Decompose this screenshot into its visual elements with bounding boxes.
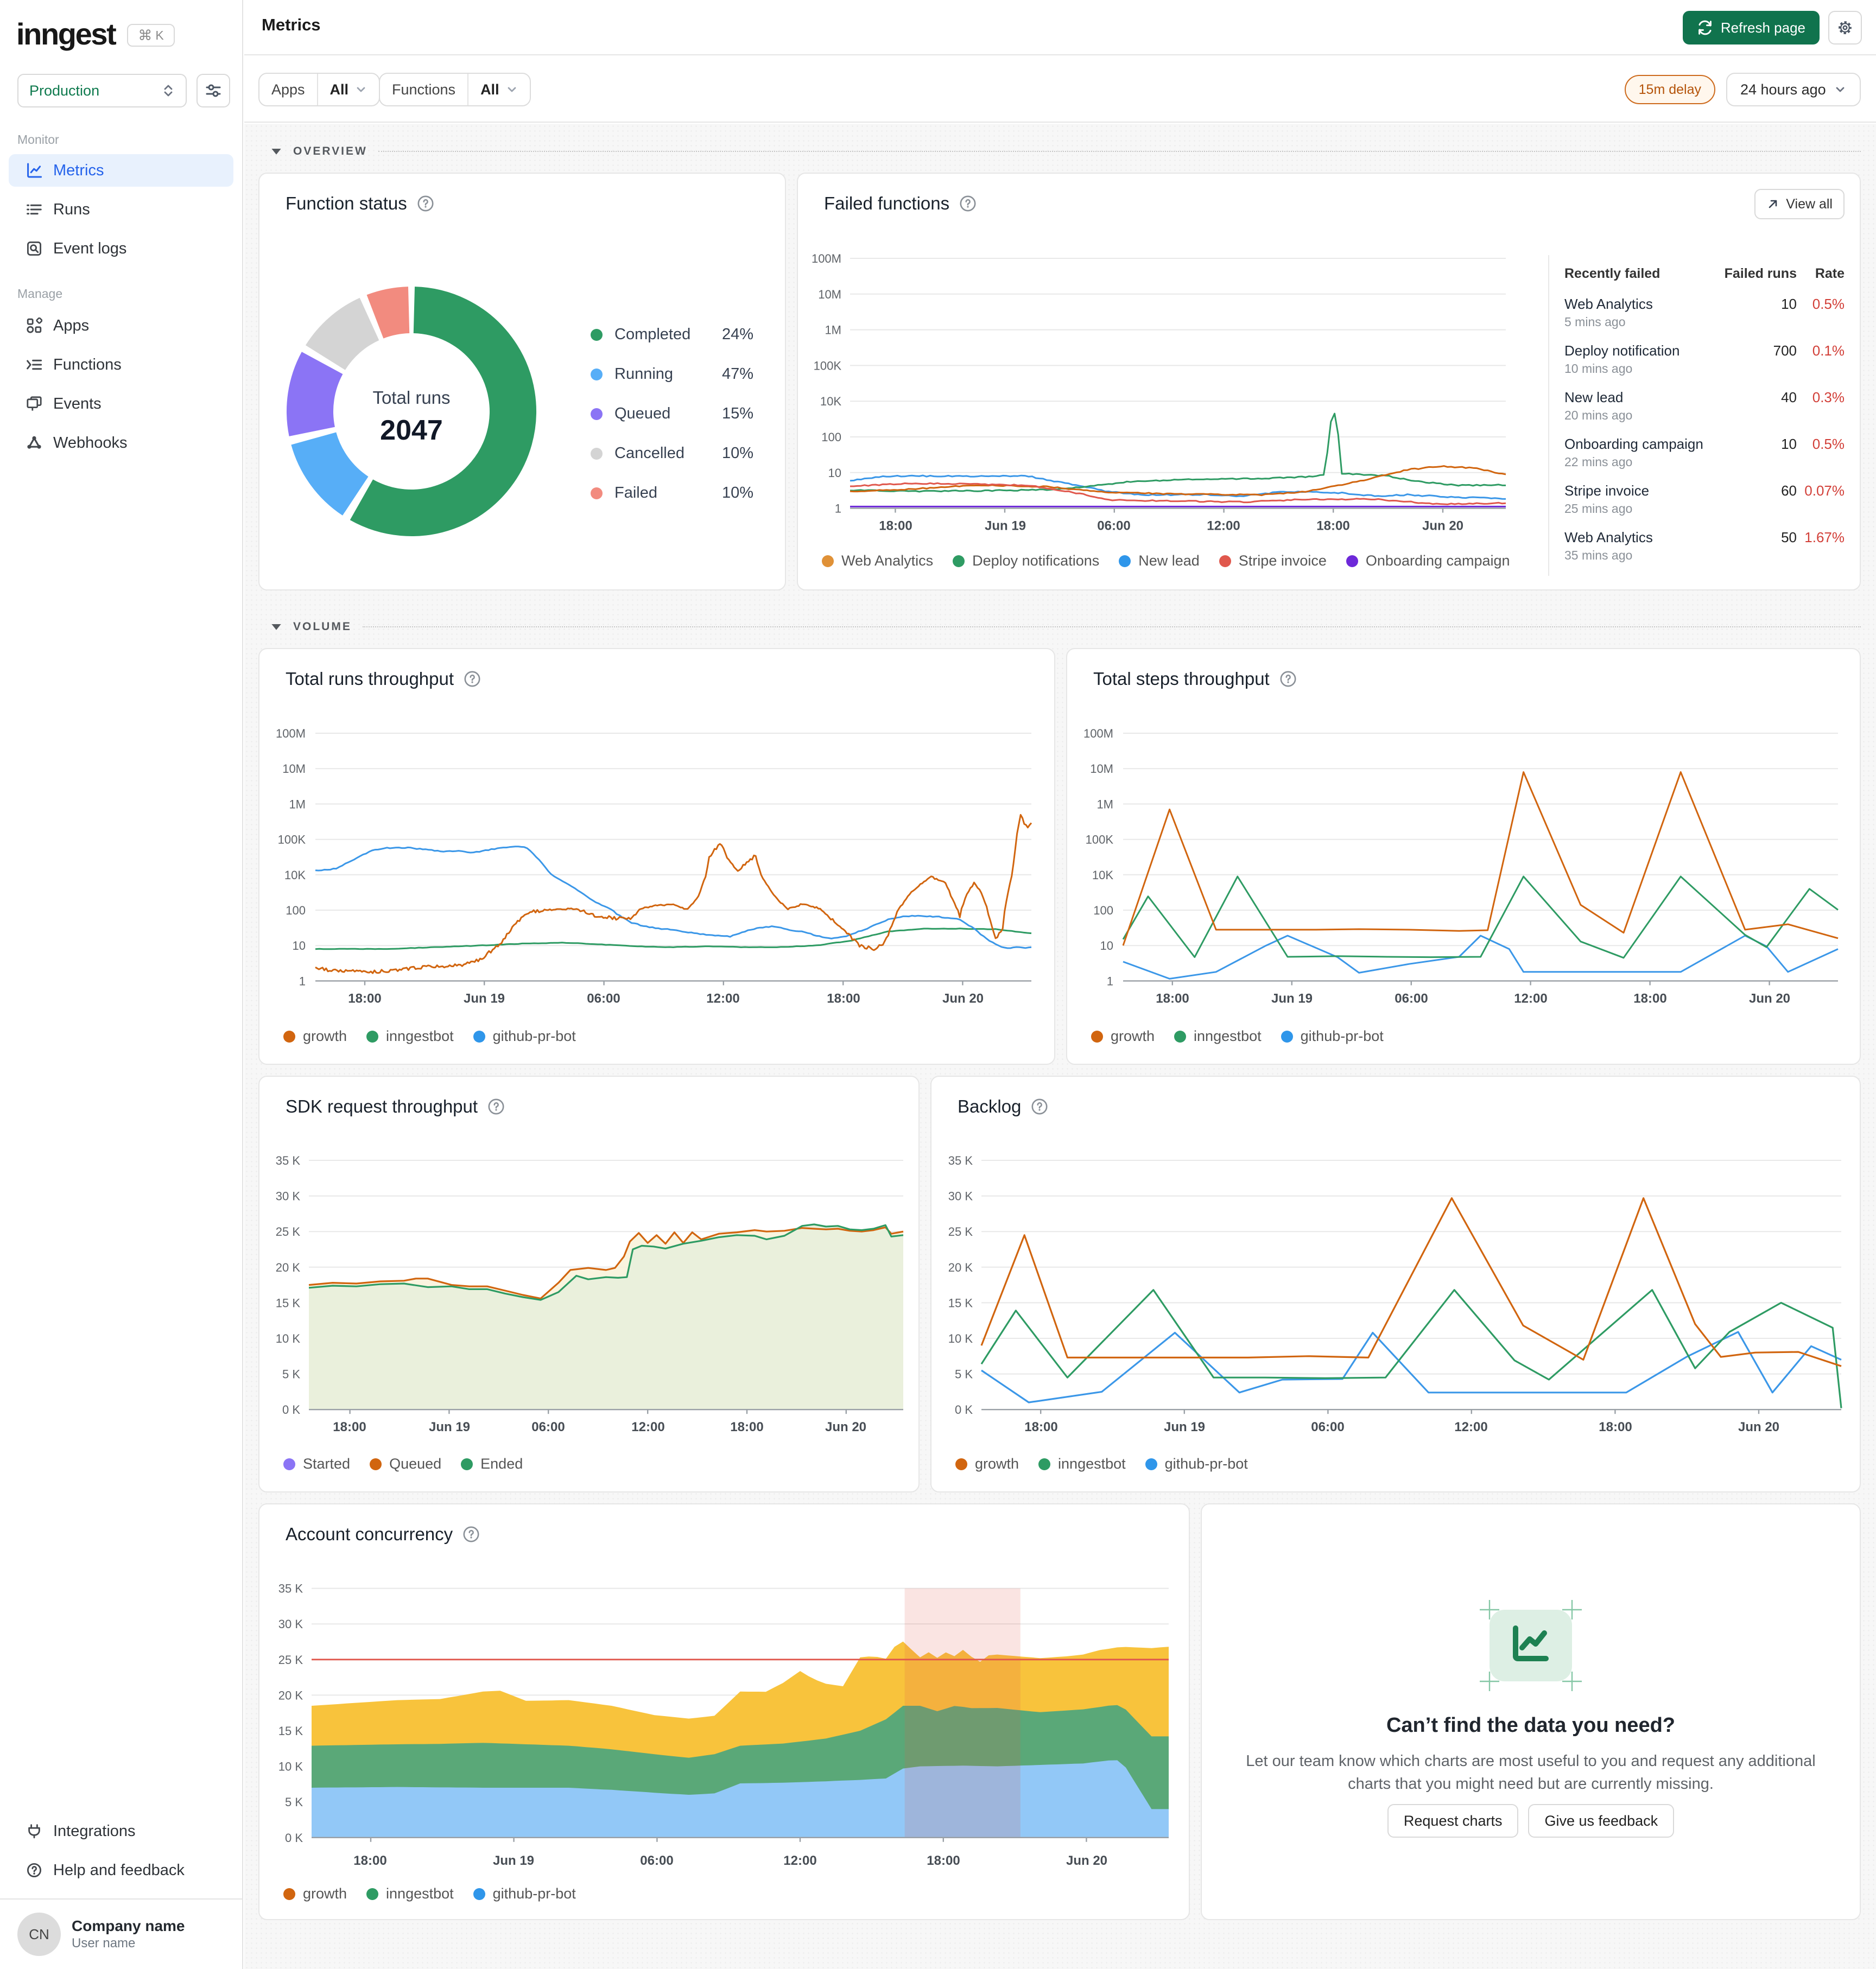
svg-text:10 K: 10 K xyxy=(948,1332,973,1345)
svg-text:Jun 20: Jun 20 xyxy=(942,991,984,1006)
svg-text:Jun 20: Jun 20 xyxy=(1749,991,1790,1006)
svg-text:5 K: 5 K xyxy=(282,1368,300,1381)
svg-text:12:00: 12:00 xyxy=(1454,1420,1487,1434)
svg-text:100K: 100K xyxy=(1086,833,1114,847)
svg-text:35 K: 35 K xyxy=(948,1154,973,1167)
svg-text:18:00: 18:00 xyxy=(827,991,860,1006)
svg-text:Jun 20: Jun 20 xyxy=(825,1420,866,1434)
svg-text:15 K: 15 K xyxy=(276,1296,301,1310)
svg-text:Jun 20: Jun 20 xyxy=(1422,519,1463,533)
svg-text:10 K: 10 K xyxy=(278,1760,303,1774)
svg-text:Jun 19: Jun 19 xyxy=(464,991,505,1006)
svg-text:35 K: 35 K xyxy=(278,1582,303,1596)
svg-text:10: 10 xyxy=(828,466,841,480)
svg-text:100: 100 xyxy=(1093,904,1113,917)
svg-text:20 K: 20 K xyxy=(276,1261,301,1274)
svg-text:10K: 10K xyxy=(1092,868,1113,882)
svg-text:18:00: 18:00 xyxy=(1599,1420,1632,1434)
svg-text:25 K: 25 K xyxy=(948,1225,973,1238)
svg-text:18:00: 18:00 xyxy=(927,1853,960,1868)
svg-text:Jun 20: Jun 20 xyxy=(1066,1853,1107,1868)
svg-text:10M: 10M xyxy=(1090,762,1113,776)
svg-text:5 K: 5 K xyxy=(285,1795,303,1809)
svg-text:Jun 20: Jun 20 xyxy=(1738,1420,1779,1434)
svg-text:12:00: 12:00 xyxy=(1207,519,1240,533)
svg-text:30 K: 30 K xyxy=(278,1617,303,1631)
svg-text:Jun 19: Jun 19 xyxy=(493,1853,534,1868)
svg-text:18:00: 18:00 xyxy=(1316,519,1349,533)
svg-text:18:00: 18:00 xyxy=(879,519,912,533)
svg-text:35 K: 35 K xyxy=(276,1154,301,1167)
svg-text:5 K: 5 K xyxy=(955,1368,973,1381)
svg-text:12:00: 12:00 xyxy=(631,1420,664,1434)
svg-text:18:00: 18:00 xyxy=(1633,991,1666,1006)
svg-text:20 K: 20 K xyxy=(948,1261,973,1274)
svg-text:06:00: 06:00 xyxy=(1097,519,1130,533)
svg-text:12:00: 12:00 xyxy=(706,991,739,1006)
svg-text:12:00: 12:00 xyxy=(783,1853,816,1868)
svg-text:18:00: 18:00 xyxy=(1156,991,1189,1006)
svg-text:0 K: 0 K xyxy=(282,1403,300,1417)
svg-text:Jun 19: Jun 19 xyxy=(985,519,1026,533)
svg-text:10M: 10M xyxy=(818,288,841,301)
svg-text:1M: 1M xyxy=(1097,797,1113,811)
svg-text:18:00: 18:00 xyxy=(730,1420,763,1434)
svg-text:30 K: 30 K xyxy=(276,1190,301,1203)
svg-text:06:00: 06:00 xyxy=(1395,991,1428,1006)
svg-text:1: 1 xyxy=(835,502,841,516)
svg-text:0 K: 0 K xyxy=(285,1831,303,1845)
svg-text:18:00: 18:00 xyxy=(333,1420,366,1434)
svg-text:06:00: 06:00 xyxy=(587,991,620,1006)
svg-text:18:00: 18:00 xyxy=(1024,1420,1057,1434)
svg-text:100: 100 xyxy=(821,430,841,444)
svg-text:06:00: 06:00 xyxy=(531,1420,565,1434)
svg-text:30 K: 30 K xyxy=(948,1190,973,1203)
svg-text:Total runs: Total runs xyxy=(372,388,450,408)
svg-text:100M: 100M xyxy=(1083,727,1113,740)
svg-text:12:00: 12:00 xyxy=(1514,991,1547,1006)
svg-text:25 K: 25 K xyxy=(278,1653,303,1667)
svg-text:25 K: 25 K xyxy=(276,1225,301,1238)
svg-text:06:00: 06:00 xyxy=(640,1853,673,1868)
svg-text:0 K: 0 K xyxy=(955,1403,973,1417)
svg-text:10K: 10K xyxy=(284,868,306,882)
svg-text:Jun 19: Jun 19 xyxy=(429,1420,470,1434)
svg-text:18:00: 18:00 xyxy=(348,991,381,1006)
svg-text:20 K: 20 K xyxy=(278,1688,303,1702)
svg-text:10 K: 10 K xyxy=(276,1332,301,1345)
svg-text:1M: 1M xyxy=(825,323,841,337)
svg-text:Jun 19: Jun 19 xyxy=(1164,1420,1205,1434)
svg-text:100: 100 xyxy=(286,904,306,917)
svg-text:100K: 100K xyxy=(814,359,842,372)
svg-text:10K: 10K xyxy=(820,395,841,408)
svg-text:1: 1 xyxy=(1107,974,1113,988)
svg-text:10: 10 xyxy=(293,939,306,952)
svg-text:100M: 100M xyxy=(276,727,306,740)
svg-text:18:00: 18:00 xyxy=(353,1853,386,1868)
svg-text:15 K: 15 K xyxy=(278,1724,303,1738)
svg-text:1M: 1M xyxy=(289,797,306,811)
svg-text:15 K: 15 K xyxy=(948,1296,973,1310)
svg-text:100K: 100K xyxy=(278,833,306,847)
svg-text:10: 10 xyxy=(1100,939,1113,952)
svg-text:06:00: 06:00 xyxy=(1311,1420,1344,1434)
svg-text:10M: 10M xyxy=(282,762,306,776)
svg-text:Jun 19: Jun 19 xyxy=(1271,991,1313,1006)
svg-text:1: 1 xyxy=(299,974,306,988)
svg-text:2047: 2047 xyxy=(380,415,443,446)
svg-text:100M: 100M xyxy=(812,252,841,265)
